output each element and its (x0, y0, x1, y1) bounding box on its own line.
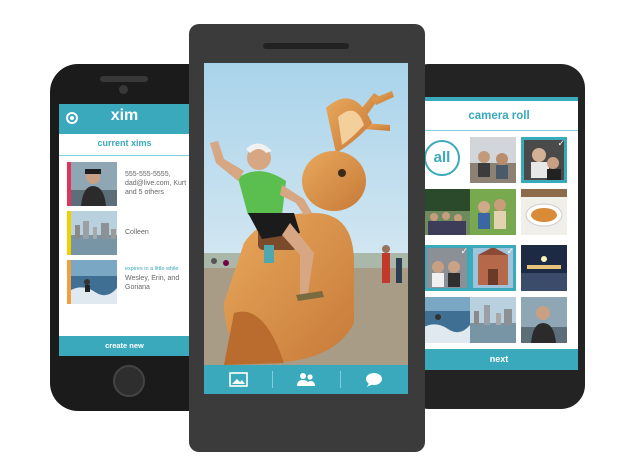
expiry-note: expires in a little while (125, 266, 179, 272)
header-divider (420, 130, 578, 131)
next-button[interactable]: next (420, 349, 578, 370)
app-title: xim (110, 107, 139, 124)
jackalope-photo (204, 63, 408, 365)
left-phone-camera (119, 85, 128, 94)
photo-tile[interactable] (470, 137, 516, 183)
xim-list-item[interactable]: 555-555-5555, dad@live.com, Kurt and 5 o… (59, 162, 190, 208)
checkmark-icon: ✓ (460, 246, 468, 256)
xim-list-item[interactable]: expires in a little while Wesley, Erin, … (59, 260, 190, 306)
photo-tile-selected[interactable]: ✓ (470, 245, 516, 291)
section-title: current xims (97, 138, 152, 148)
tab-chat[interactable] (340, 365, 408, 394)
right-phone-screen: camera roll all ✓ ✓ ✓ next (420, 97, 578, 370)
item-recipients: Wesley, Erin, and Goriana (125, 275, 180, 291)
photo-tile-selected[interactable]: ✓ (424, 245, 470, 291)
photo-tile[interactable] (521, 297, 567, 343)
photo-tile[interactable] (424, 297, 470, 343)
photo-tile[interactable] (521, 189, 567, 235)
item-details: expires in a little while Wesley, Erin, … (125, 265, 187, 292)
section-divider (59, 155, 190, 156)
left-phone-screen: xim current xims 555-555-5555, dad@live.… (59, 104, 190, 356)
camera-roll-header: camera roll (420, 97, 578, 131)
select-all-button[interactable]: all (424, 140, 460, 176)
photo-tile[interactable] (521, 245, 567, 291)
item-thumbnail (71, 260, 117, 304)
left-phone-home-button[interactable] (113, 365, 145, 397)
photo-tile[interactable] (470, 189, 516, 235)
photo-tile-selected[interactable]: ✓ (521, 137, 567, 183)
tab-people[interactable] (272, 365, 340, 394)
item-thumbnail (71, 211, 117, 255)
bottom-tab-bar (204, 365, 408, 394)
item-thumbnail (71, 162, 117, 206)
item-recipients: Colleen (125, 229, 149, 236)
tab-gallery[interactable] (204, 365, 272, 394)
chat-icon (366, 373, 382, 387)
checkmark-icon: ✓ (506, 246, 514, 256)
checkmark-icon: ✓ (557, 138, 565, 148)
people-icon (297, 373, 315, 386)
center-phone-speaker (263, 43, 349, 49)
center-phone-screen (204, 63, 408, 394)
gallery-icon (229, 372, 248, 387)
create-new-button[interactable]: create new (59, 336, 190, 356)
item-recipients: 555-555-5555, dad@live.com, Kurt and 5 o… (125, 171, 187, 196)
camera-roll-title: camera roll (468, 110, 530, 122)
photo-tile[interactable] (470, 297, 516, 343)
xim-list-item[interactable]: Colleen (59, 211, 190, 257)
left-phone-speaker (100, 76, 148, 82)
app-header: xim (59, 104, 190, 134)
photo-tile[interactable] (424, 189, 470, 235)
